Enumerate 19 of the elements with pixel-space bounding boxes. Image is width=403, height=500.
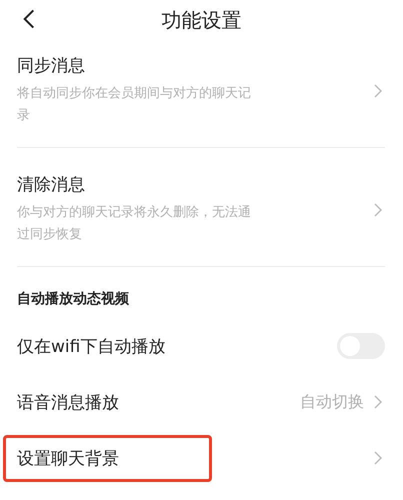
- row-title: 语音消息播放: [17, 392, 119, 414]
- settings-row[interactable]: 语音消息播放 自动切换: [17, 374, 385, 430]
- row-description: 你与对方的聊天记录将永久删除，无法通过同步恢复: [17, 204, 252, 244]
- chevron-icon: [374, 202, 382, 216]
- row-description: 将自动同步你在会员期间与对方的聊天记录: [17, 85, 252, 125]
- page-title: 功能设置: [162, 6, 242, 34]
- chevron-icon: [374, 84, 382, 98]
- settings-row[interactable]: 设置聊天背景: [3, 430, 385, 486]
- section-title: 自动播放动态视频: [17, 290, 130, 308]
- chevron-icon: [374, 395, 382, 409]
- row-title: 仅在wifi下自动播放: [17, 336, 166, 358]
- row-value: 自动切换: [300, 392, 364, 412]
- chevron-icon: [374, 451, 382, 465]
- back-icon: [23, 9, 35, 29]
- highlighted-row-title: 设置聊天背景: [3, 434, 212, 482]
- row-title: 清除消息: [17, 174, 86, 196]
- settings-row[interactable]: 清除消息 你与对方的聊天记录将永久删除，无法通过同步恢复: [17, 148, 385, 267]
- row-title: 同步消息: [17, 55, 86, 77]
- settings-row[interactable]: 同步消息 将自动同步你在会员期间与对方的聊天记录: [17, 40, 385, 148]
